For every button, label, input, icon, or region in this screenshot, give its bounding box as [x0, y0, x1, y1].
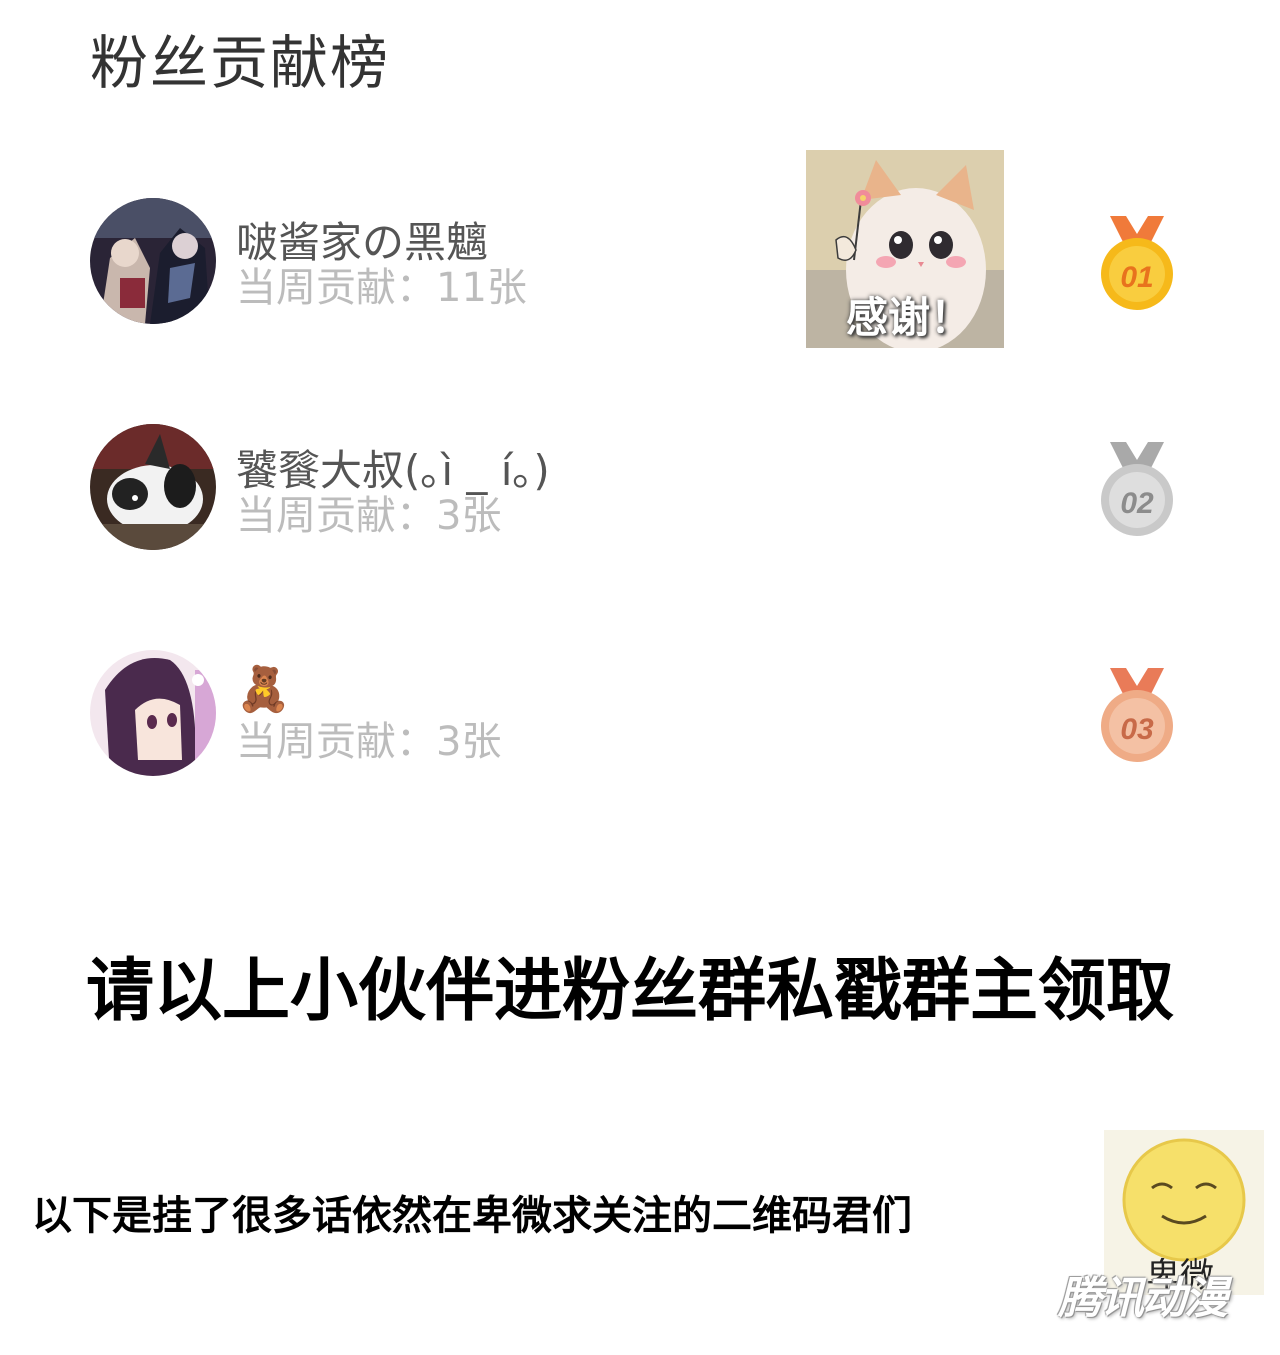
avatar[interactable]: [90, 198, 216, 324]
teddy-bear-icon: 🧸: [236, 664, 291, 715]
qr-intro-text: 以下是挂了很多话依然在卑微求关注的二维码君们: [32, 1193, 912, 1239]
thanks-text: 感谢！: [846, 293, 973, 342]
weekly-contribution: 当周贡献：11张: [236, 265, 527, 311]
ranking-row-3[interactable]: 🧸 当周贡献：3张 03: [0, 642, 1280, 782]
user-name: 啵酱家の黑魑: [236, 218, 489, 267]
weekly-contribution: 当周贡献：3张: [236, 493, 502, 539]
gold-medal-icon: 01: [1096, 216, 1178, 312]
ranking-row-1[interactable]: 啵酱家の黑魑 当周贡献：11张 01: [0, 190, 1280, 330]
page-title: 粉丝贡献榜: [90, 29, 391, 97]
medal-number: 03: [1120, 713, 1154, 746]
silver-medal-icon: 02: [1096, 442, 1178, 538]
bronze-medal-icon: 03: [1096, 668, 1178, 764]
weekly-contribution: 当周贡献：3张: [236, 719, 502, 765]
avatar[interactable]: [90, 424, 216, 550]
claim-notice: 请以上小伙伴进粉丝群私戳群主领取: [85, 952, 1174, 1031]
avatar[interactable]: [90, 650, 216, 776]
thanks-cat-sticker: 感谢！: [806, 150, 1004, 348]
ranking-row-2[interactable]: 饕餮大叔(｡ì _ í｡) 当周贡献：3张 02: [0, 416, 1280, 556]
medal-number: 02: [1120, 487, 1154, 520]
watermark-logo: 腾讯动漫: [1058, 1273, 1228, 1324]
user-name: 饕餮大叔(｡ì _ í｡): [236, 446, 550, 495]
medal-number: 01: [1120, 261, 1153, 294]
